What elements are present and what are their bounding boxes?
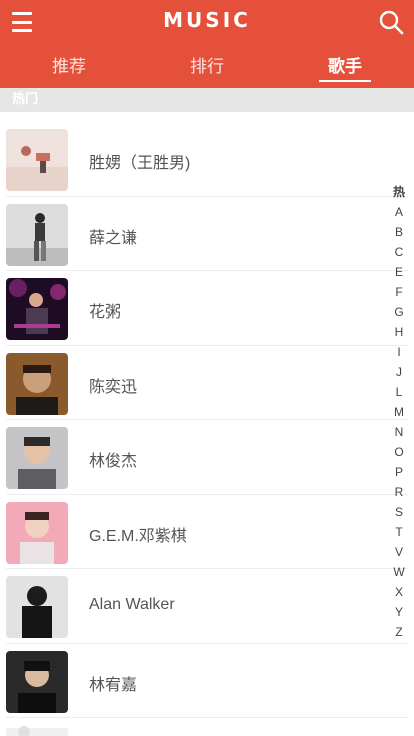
index-letter[interactable]: C (392, 242, 406, 262)
singer-avatar (6, 129, 68, 191)
index-letter[interactable]: W (392, 562, 406, 582)
index-letter[interactable]: A (392, 202, 406, 222)
singer-avatar (6, 576, 68, 638)
index-letter[interactable]: T (392, 522, 406, 542)
singer-row[interactable]: 胜娚（王胜男) (0, 122, 414, 197)
index-letter[interactable]: Y (392, 602, 406, 622)
singer-avatar (6, 352, 68, 415)
singer-row[interactable]: 薛之谦 (0, 197, 414, 272)
singer-row[interactable]: G.E.M.邓紫棋 (0, 495, 414, 570)
tab-singers[interactable]: 歌手 (319, 52, 371, 82)
singer-name: 林俊杰 (89, 453, 138, 470)
index-letter[interactable]: X (392, 582, 406, 602)
index-letter[interactable]: J (392, 362, 406, 382)
next-row-peek (6, 720, 68, 736)
app-logo: MUSIC (163, 8, 251, 32)
index-letter[interactable]: H (392, 322, 406, 342)
singer-avatar (6, 501, 68, 564)
index-letter[interactable]: R (392, 482, 406, 502)
index-letter[interactable]: F (392, 282, 406, 302)
singer-avatar (6, 650, 68, 713)
index-letter[interactable]: S (392, 502, 406, 522)
tab-bar: 推荐 排行 歌手 (0, 52, 414, 82)
search-icon[interactable] (378, 9, 404, 35)
singer-avatar (6, 278, 68, 340)
singer-name: 林宥嘉 (89, 676, 138, 694)
singer-row[interactable]: 陈奕迅 (0, 346, 414, 421)
singer-avatar (6, 203, 68, 266)
index-letter[interactable]: G (392, 302, 406, 322)
singer-avatar (6, 427, 68, 489)
index-letter[interactable]: E (392, 262, 406, 282)
singer-name: Alan Walker (89, 596, 175, 613)
alphabet-index-bar[interactable]: 热 A B C E F G H I J L M N O P R S T V W … (392, 182, 406, 642)
index-letter[interactable]: Z (392, 622, 406, 642)
section-title-hot: 热门 (0, 88, 414, 112)
index-letter[interactable]: B (392, 222, 406, 242)
index-letter[interactable]: 热 (392, 182, 406, 202)
singer-name: 薛之谦 (89, 229, 138, 247)
singer-name: 花粥 (89, 304, 122, 321)
tab-ranking[interactable]: 排行 (172, 52, 242, 82)
index-letter[interactable]: I (392, 342, 406, 362)
index-letter[interactable]: P (392, 462, 406, 482)
app-header: MUSIC 推荐 排行 歌手 (0, 0, 414, 88)
index-letter[interactable]: V (392, 542, 406, 562)
singer-row[interactable]: Alan Walker (0, 569, 414, 644)
singer-list: 胜娚（王胜男) 薛之谦 花粥 陈奕迅 林俊杰 G.E.M.邓紫棋 Alan Wa… (0, 122, 414, 718)
index-letter[interactable]: N (392, 422, 406, 442)
index-letter[interactable]: M (392, 402, 406, 422)
singer-name: G.E.M.邓紫棋 (89, 527, 187, 545)
index-letter[interactable]: L (392, 382, 406, 402)
tab-recommend[interactable]: 推荐 (34, 52, 104, 82)
singer-name: 陈奕迅 (89, 378, 138, 396)
singer-row[interactable]: 林俊杰 (0, 420, 414, 495)
singer-row[interactable]: 林宥嘉 (0, 644, 414, 719)
index-letter[interactable]: O (392, 442, 406, 462)
singer-row[interactable]: 花粥 (0, 271, 414, 346)
singer-name: 胜娚（王胜男) (89, 155, 191, 172)
